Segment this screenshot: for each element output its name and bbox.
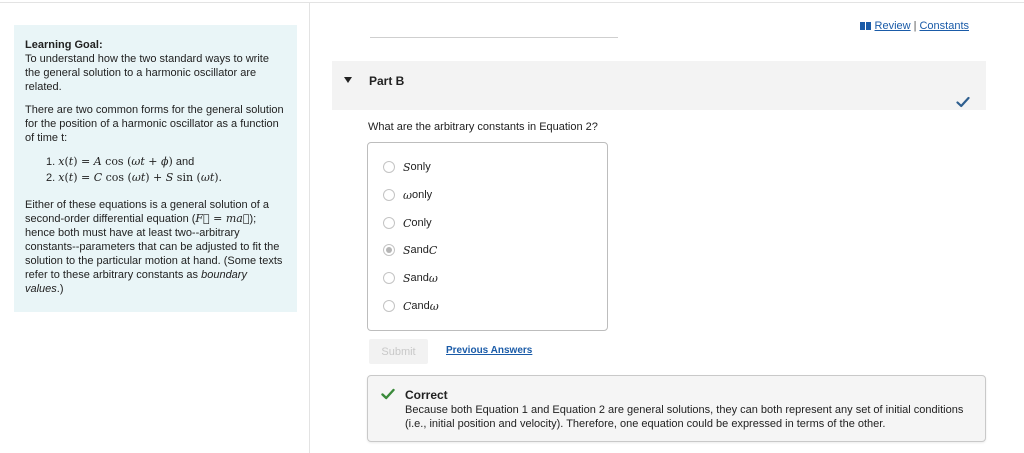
question-text: What are the arbitrary constants in Equa… (368, 121, 598, 133)
radio-button[interactable] (383, 272, 395, 284)
option-omega-only[interactable]: ω only (383, 187, 432, 203)
submit-button[interactable]: Submit (369, 339, 428, 364)
option-c-and-omega[interactable]: C and ω (383, 298, 439, 314)
equation-2-number: 2. (46, 172, 56, 184)
learning-goal-para2: Either of these equations is a general s… (25, 199, 283, 295)
top-border (0, 2, 1024, 3)
radio-button[interactable] (383, 217, 395, 229)
learning-goal-para1: There are two common forms for the gener… (25, 104, 284, 144)
book-icon (859, 22, 871, 30)
previous-answers-link[interactable]: Previous Answers (446, 345, 532, 356)
equation-2: 2. x(t) = C cos (ωt) + S sin (ωt). (46, 171, 223, 184)
equation-1: 1. x(t) = A cos (ωt + ϕ) and (46, 155, 195, 168)
feedback-text: Because both Equation 1 and Equation 2 a… (405, 404, 964, 430)
option-s-and-c[interactable]: S and C (383, 242, 437, 258)
link-separator: | (913, 20, 917, 32)
review-constants-links: Review | Constants (859, 20, 969, 32)
part-b-header[interactable]: Part B (332, 61, 986, 110)
review-link[interactable]: Review (875, 20, 911, 32)
part-title: Part B (369, 74, 405, 88)
radio-button[interactable] (383, 161, 395, 173)
caret-down-icon[interactable] (344, 77, 352, 83)
equation-1-number: 1. (46, 156, 56, 168)
constants-link[interactable]: Constants (919, 20, 969, 32)
radio-button-selected[interactable] (383, 244, 395, 256)
radio-button[interactable] (383, 189, 395, 201)
option-c-only[interactable]: C only (383, 215, 432, 231)
option-s-and-omega[interactable]: S and ω (383, 270, 438, 286)
learning-goal-panel: Learning Goal: To understand how the two… (14, 25, 297, 312)
equation-1-and: and (175, 156, 195, 168)
top-rule (370, 37, 618, 38)
feedback-title: Correct (405, 388, 448, 402)
column-divider (309, 3, 310, 453)
feedback-box: Correct Because both Equation 1 and Equa… (367, 375, 986, 442)
radio-button[interactable] (383, 300, 395, 312)
option-s-only[interactable]: S only (383, 159, 431, 175)
checkmark-icon (956, 96, 970, 108)
answer-options: S only ω only C only S and C S and ω C a… (367, 142, 608, 331)
learning-goal-intro: To understand how the two standard ways … (25, 53, 269, 93)
learning-goal-title: Learning Goal: (25, 39, 103, 51)
correct-check-icon (381, 388, 395, 400)
equation-list: 1. x(t) = A cos (ωt + ϕ) and 2. x(t) = C… (25, 154, 286, 186)
